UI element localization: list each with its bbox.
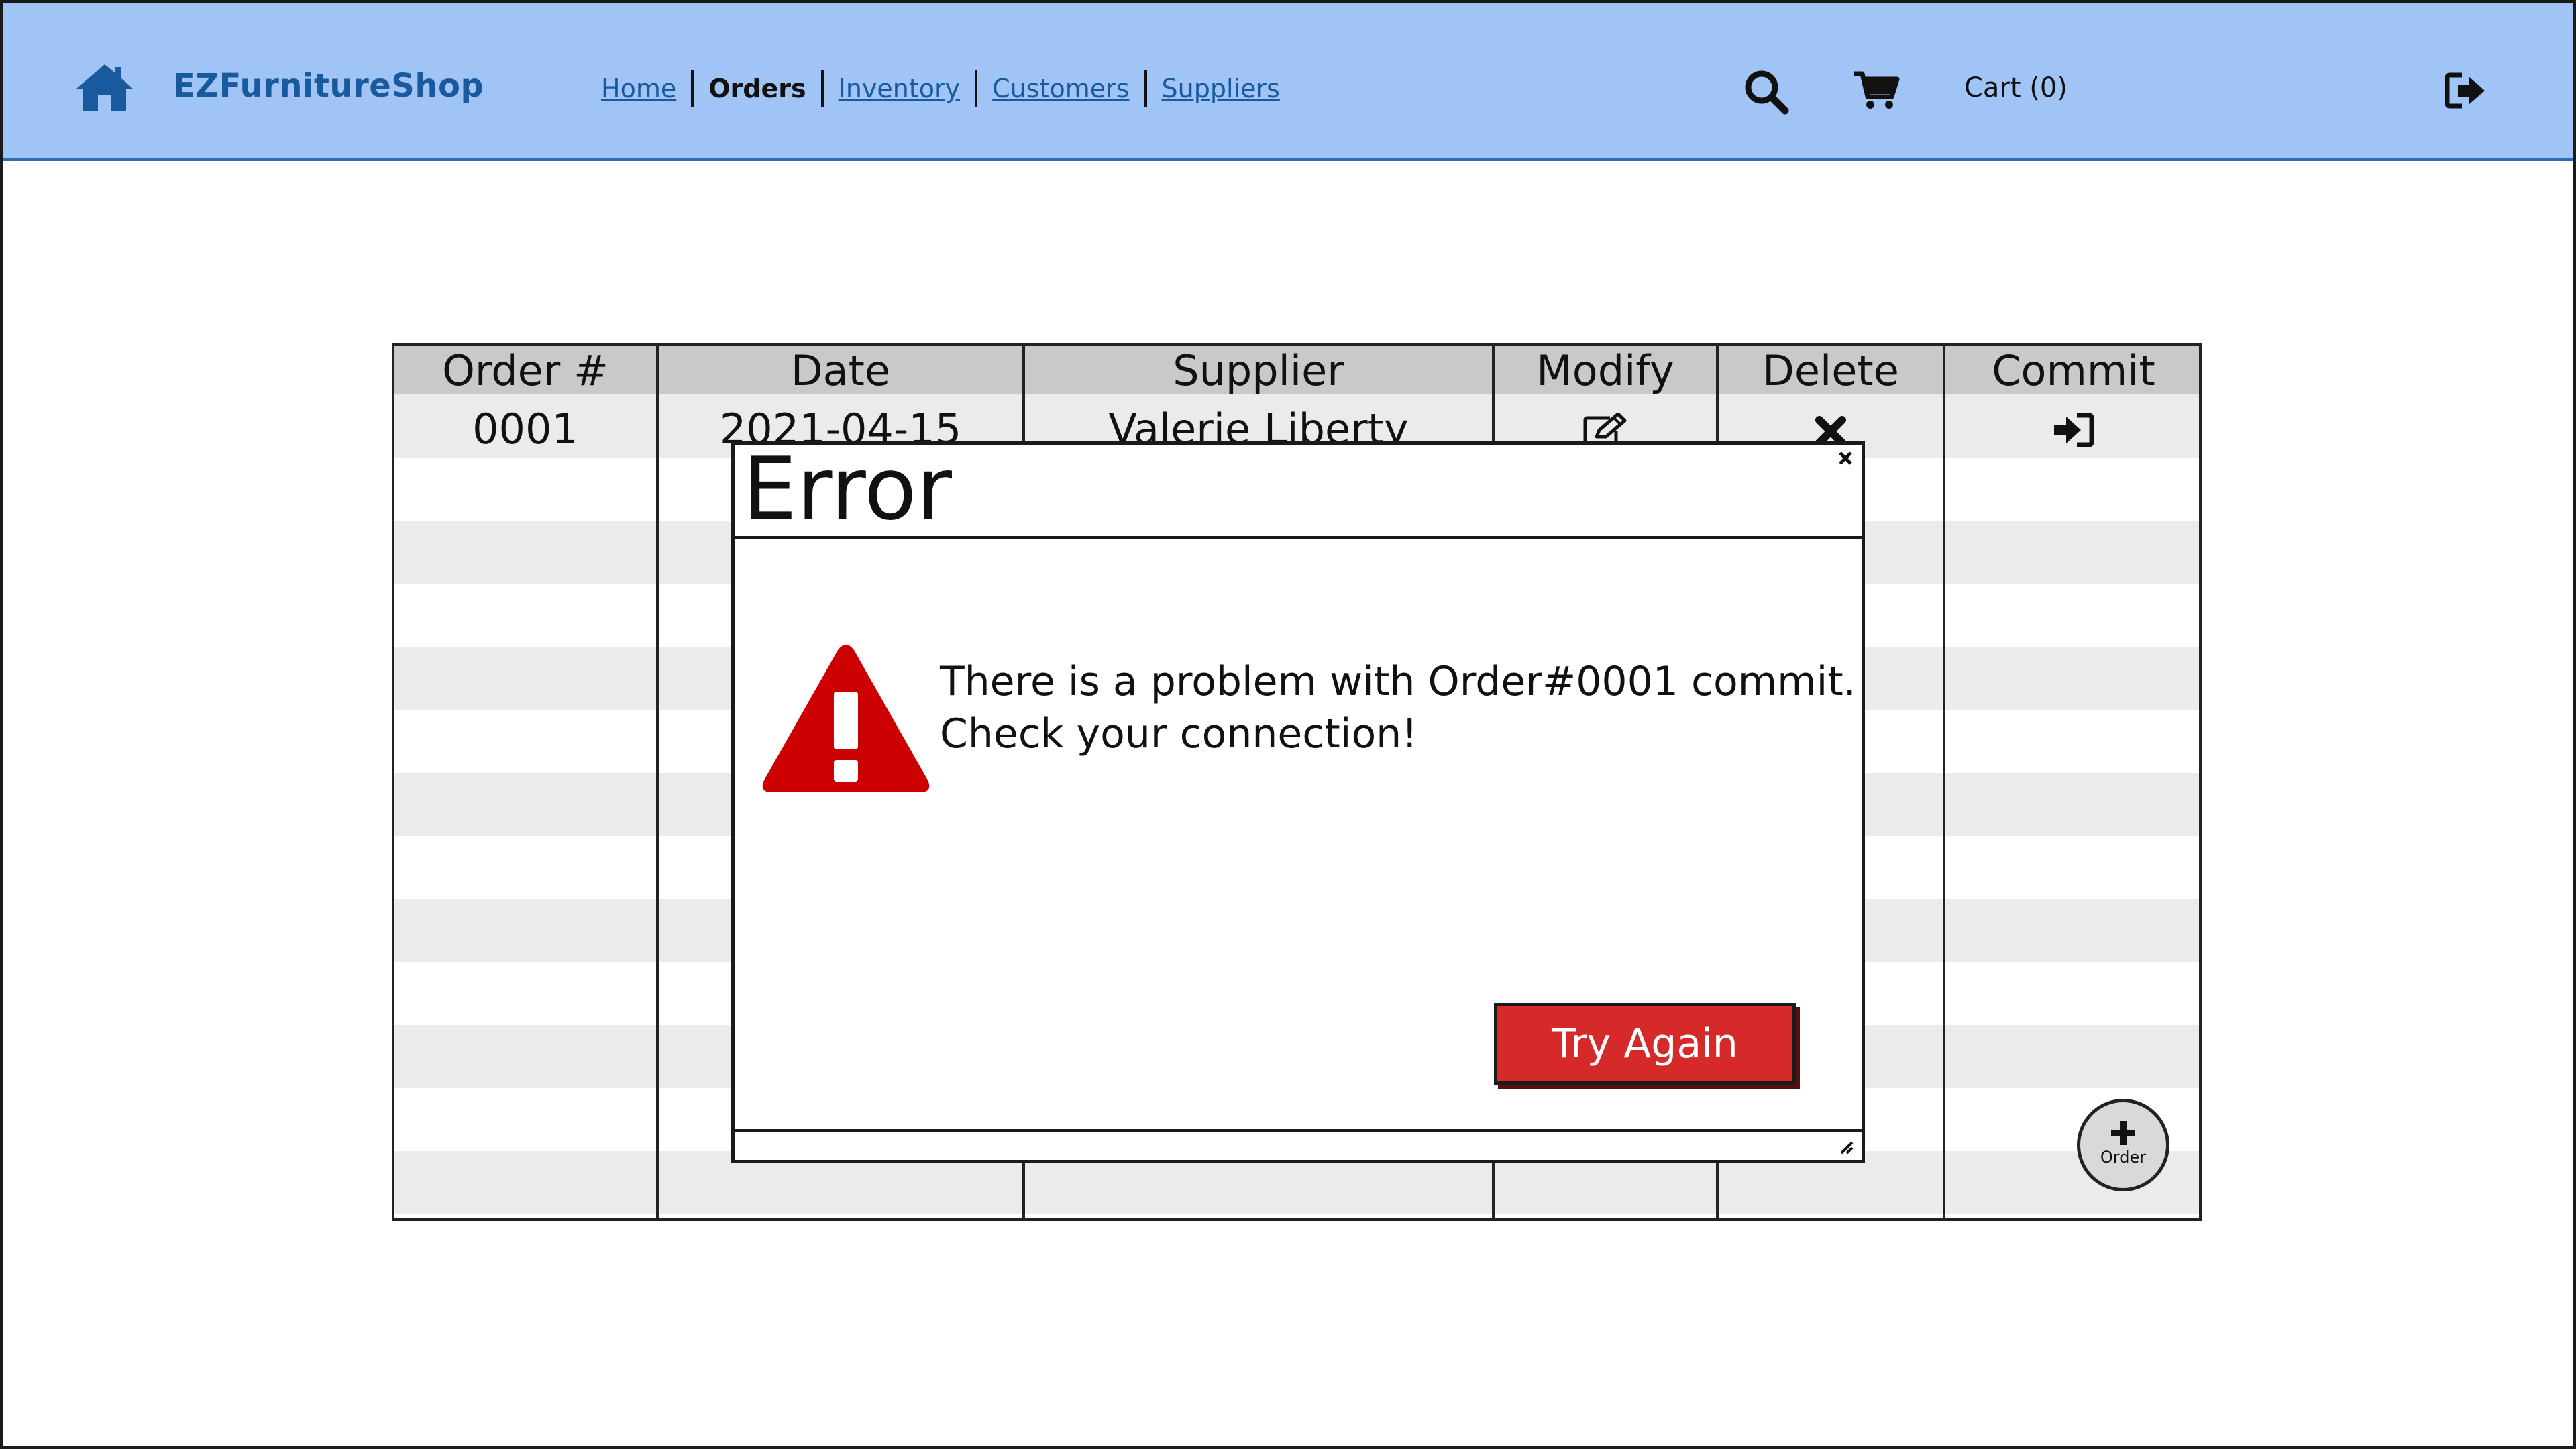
nav-item-home[interactable]: Home — [596, 74, 682, 103]
column-header-date[interactable]: Date — [659, 346, 1022, 395]
dialog-message-line2: Check your connection! — [940, 710, 1418, 757]
nav-item-inventory[interactable]: Inventory — [833, 74, 966, 103]
nav-item-customers[interactable]: Customers — [987, 74, 1134, 103]
nav-separator — [820, 70, 824, 107]
cart-icon[interactable] — [1853, 70, 1900, 111]
commit-icon[interactable] — [2053, 413, 2094, 447]
dialog-message: There is a problem with Order#0001 commi… — [940, 655, 1856, 760]
brand-name[interactable]: EZFurnitureShop — [173, 67, 484, 105]
add-order-button[interactable]: Order — [2077, 1099, 2169, 1191]
column-header-commit[interactable]: Commit — [1945, 346, 2199, 395]
main-nav: Home Orders Inventory Customers Supplier… — [596, 68, 1285, 109]
nav-item-suppliers[interactable]: Suppliers — [1157, 74, 1285, 103]
column-header-order[interactable]: Order # — [394, 346, 656, 395]
column-header-supplier[interactable]: Supplier — [1025, 346, 1492, 395]
dialog-message-line1: There is a problem with Order#0001 commi… — [940, 658, 1856, 705]
nav-item-orders[interactable]: Orders — [703, 74, 811, 103]
column-header-delete[interactable]: Delete — [1719, 346, 1943, 395]
cart-count-label[interactable]: Cart (0) — [1964, 72, 2068, 103]
cell-order-number: 0001 — [472, 404, 578, 453]
try-again-button[interactable]: Try Again — [1494, 1003, 1796, 1085]
error-dialog: Error There is a problem with Order#0001… — [731, 441, 1865, 1163]
home-icon[interactable] — [74, 60, 136, 114]
add-order-label: Order — [2100, 1148, 2147, 1167]
top-header: EZFurnitureShop Home Orders Inventory Cu… — [3, 3, 2573, 161]
warning-icon — [762, 645, 930, 792]
dialog-title: Error — [743, 439, 952, 539]
plus-icon — [2111, 1121, 2135, 1145]
nav-separator — [1144, 70, 1147, 107]
dialog-title-bar: Error — [735, 445, 1862, 539]
app-window: EZFurnitureShop Home Orders Inventory Cu… — [0, 0, 2576, 1449]
logout-icon[interactable] — [2445, 71, 2487, 110]
column-header-modify[interactable]: Modify — [1495, 346, 1716, 395]
cell-commit — [1945, 398, 2199, 462]
search-icon[interactable] — [1743, 68, 1790, 115]
resize-grip-icon[interactable] — [1839, 1140, 1855, 1156]
dialog-status-bar — [735, 1129, 1862, 1132]
nav-separator — [975, 70, 978, 107]
nav-separator — [691, 70, 694, 107]
column-divider — [1943, 346, 1945, 1218]
column-divider — [656, 346, 659, 1218]
close-icon[interactable] — [1836, 449, 1855, 468]
